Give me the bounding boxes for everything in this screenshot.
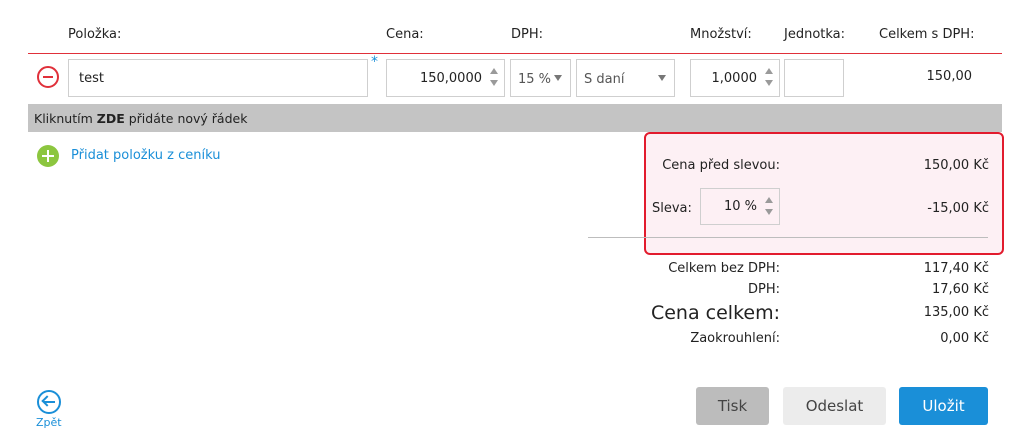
grand-total-label: Cena celkem:: [650, 302, 780, 324]
item-name-value[interactable]: [69, 60, 367, 96]
vat-label: DPH:: [747, 282, 780, 297]
grand-total-value: 135,00 Kč: [923, 305, 989, 320]
item-name-input[interactable]: [68, 59, 368, 97]
price-before-discount-value: 150,00 Kč: [923, 158, 989, 173]
vat-mode-select[interactable]: S daní: [576, 59, 675, 97]
summary-divider: [588, 237, 988, 238]
header-total-with-vat: Celkem s DPH:: [879, 27, 975, 42]
discount-label: Sleva:: [652, 201, 692, 216]
add-row-prefix: Kliknutím: [34, 111, 93, 126]
price-before-discount-label: Cena před slevou:: [662, 158, 780, 173]
vat-rate-caret-icon: [554, 75, 562, 81]
required-mark: *: [371, 54, 378, 70]
vat-rate-value: 15 %: [518, 72, 552, 87]
back-arrow-icon[interactable]: [37, 390, 61, 414]
unit-input[interactable]: [784, 59, 844, 97]
discount-value: -15,00 Kč: [927, 201, 989, 216]
print-button[interactable]: Tisk: [696, 387, 769, 425]
price-stepper[interactable]: 150,0000: [386, 59, 505, 97]
add-row-here[interactable]: ZDE: [97, 111, 125, 126]
send-button[interactable]: Odeslat: [783, 387, 886, 425]
header-item: Položka:: [68, 27, 122, 42]
row-total: 150,00: [926, 69, 973, 84]
total-without-vat-value: 117,40 Kč: [923, 261, 989, 276]
header-quantity: Množství:: [690, 27, 752, 42]
discount-rate-value: 10 %: [723, 199, 757, 214]
back-label[interactable]: Zpět: [36, 416, 62, 429]
price-value: 150,0000: [419, 71, 482, 86]
remove-row-icon[interactable]: [37, 66, 59, 88]
header-price: Cena:: [386, 27, 424, 42]
discount-rate-stepper[interactable]: 10 %: [700, 188, 780, 225]
rounding-value: 0,00 Kč: [940, 331, 989, 346]
vat-mode-value: S daní: [584, 72, 625, 87]
quantity-stepper[interactable]: 1,0000: [690, 59, 780, 97]
discount-spinner-icon[interactable]: [765, 197, 773, 217]
plus-circle-icon[interactable]: [37, 145, 59, 167]
vat-value: 17,60 Kč: [931, 282, 989, 297]
header-unit: Jednotka:: [784, 27, 846, 42]
quantity-value: 1,0000: [711, 71, 758, 86]
save-button[interactable]: Uložit: [899, 387, 988, 425]
add-row-text: Kliknutím ZDE přidáte nový řádek: [34, 111, 247, 126]
header-divider: [28, 53, 1002, 54]
quantity-spinner-icon[interactable]: [765, 68, 773, 88]
header-vat: DPH:: [511, 27, 544, 42]
add-row-suffix: přidáte nový řádek: [128, 111, 248, 126]
add-from-pricelist-link[interactable]: Přidat položku z ceníku: [71, 148, 220, 163]
vat-rate-select[interactable]: 15 %: [510, 59, 571, 97]
add-row-bar[interactable]: Kliknutím ZDE přidáte nový řádek: [28, 104, 1002, 132]
total-without-vat-label: Celkem bez DPH:: [668, 261, 780, 276]
rounding-label: Zaokrouhlení:: [690, 331, 780, 346]
vat-mode-caret-icon: [658, 75, 666, 81]
unit-value[interactable]: [785, 60, 843, 96]
price-spinner-icon[interactable]: [490, 68, 498, 88]
